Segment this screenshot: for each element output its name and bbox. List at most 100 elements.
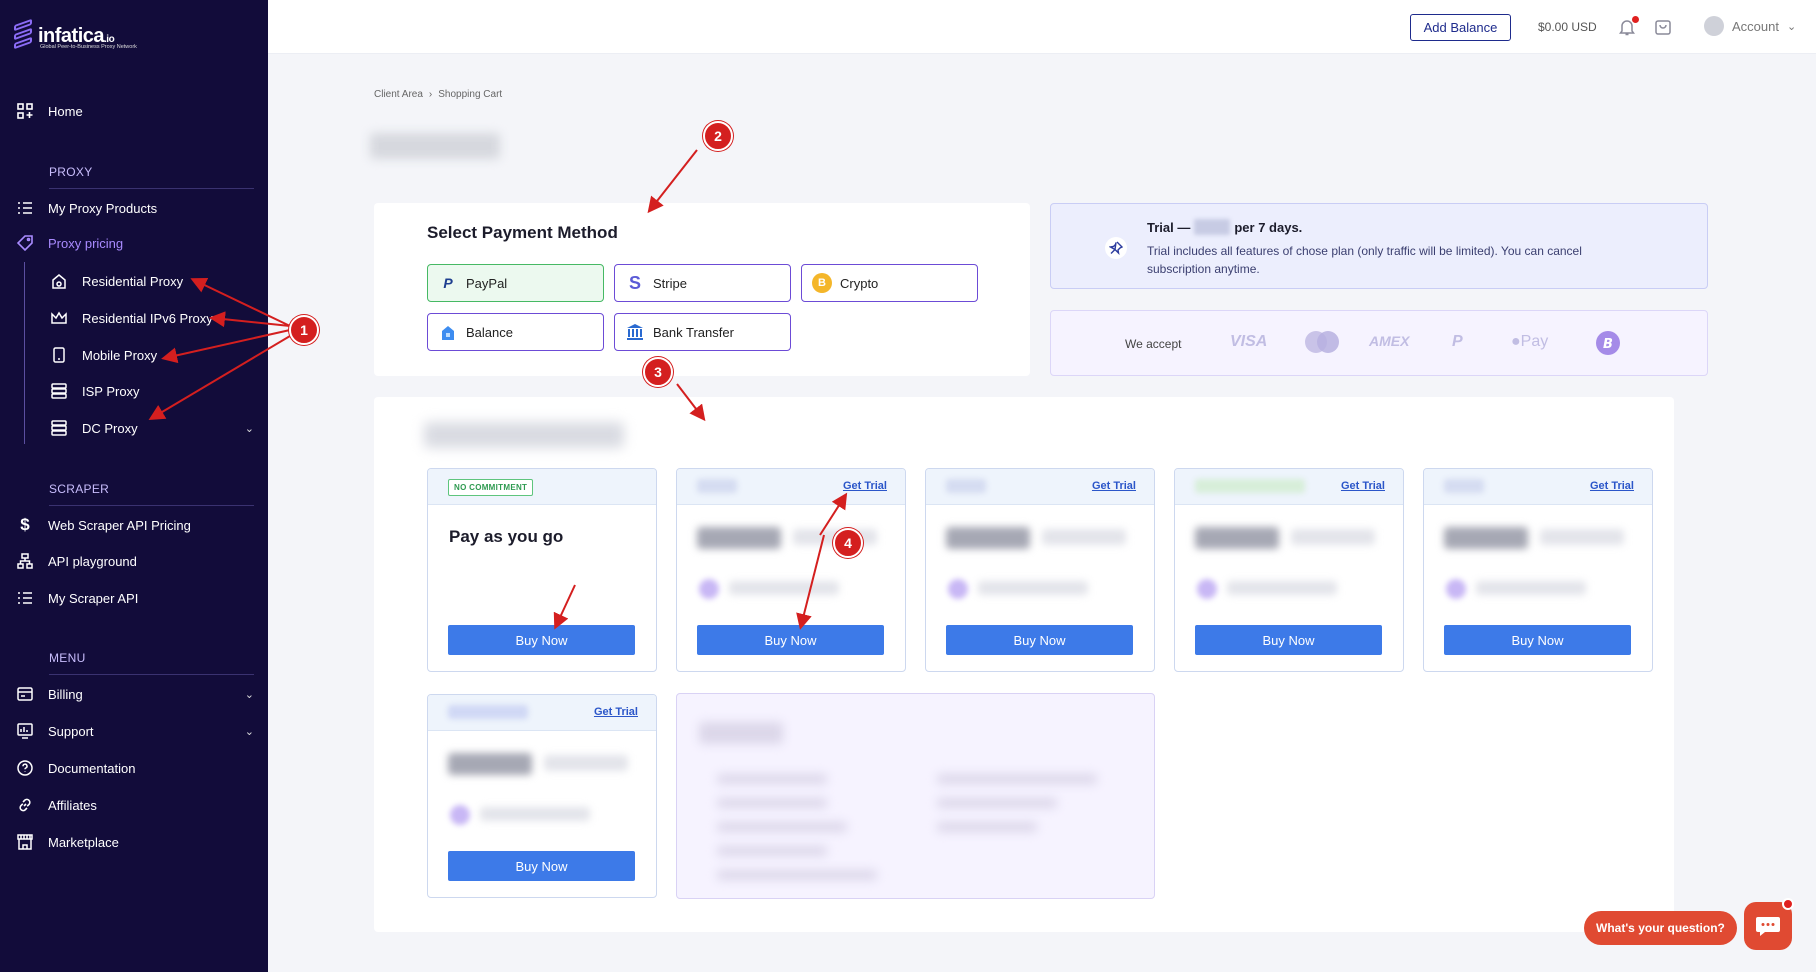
tag-icon: [16, 234, 34, 252]
payment-bank-transfer[interactable]: Bank Transfer: [614, 313, 791, 351]
price-detail-redacted: [1291, 529, 1375, 545]
plan-name: Pay as you go: [449, 527, 564, 546]
get-trial-link[interactable]: Get Trial: [1341, 480, 1385, 492]
account-label: Account: [1732, 18, 1779, 34]
grid-icon: [16, 102, 34, 120]
sidebar: infatica.io Global Peer-to-Business Prox…: [0, 0, 268, 972]
page-title-redacted: [370, 133, 500, 159]
nav-my-proxy-products[interactable]: My Proxy Products: [16, 197, 157, 219]
enterprise-feature-redacted: [717, 870, 877, 880]
plan-title-redacted: [448, 705, 528, 719]
trial-title-prefix: Trial —: [1147, 219, 1191, 235]
plan-title-redacted: [1195, 479, 1305, 493]
plan-title-redacted: [697, 479, 737, 493]
nav-billing[interactable]: Billing ⌄: [16, 683, 254, 705]
price-detail-redacted: [1042, 529, 1126, 545]
price-detail-redacted: [544, 755, 628, 771]
nav-dc-proxy[interactable]: DC Proxy ⌄: [50, 417, 254, 439]
payment-crypto-label: Crypto: [840, 275, 879, 291]
nav-marketplace[interactable]: Marketplace: [16, 831, 119, 853]
visa-logo: VISA: [1230, 333, 1268, 350]
buy-now-button[interactable]: Buy Now: [448, 851, 635, 881]
bank-icon: [625, 322, 645, 342]
feature-text-redacted: [978, 581, 1088, 595]
nav-home-label: Home: [48, 103, 83, 119]
get-trial-link[interactable]: Get Trial: [1092, 480, 1136, 492]
trial-description: Trial includes all features of chose pla…: [1147, 244, 1582, 276]
nav-residential-ipv6-proxy[interactable]: Residential IPv6 Proxy: [50, 307, 213, 329]
enterprise-feature-redacted: [937, 798, 1057, 808]
nav-isp-proxy[interactable]: ISP Proxy: [50, 380, 140, 402]
nav-mobile-proxy[interactable]: Mobile Proxy: [50, 344, 157, 366]
buy-now-button[interactable]: Buy Now: [697, 625, 884, 655]
nav-residential-proxy[interactable]: Residential Proxy: [50, 270, 183, 292]
payment-paypal[interactable]: P PayPal: [427, 264, 604, 302]
get-trial-link[interactable]: Get Trial: [594, 706, 638, 718]
nav-affiliates[interactable]: Affiliates: [16, 794, 97, 816]
section-proxy: PROXY: [49, 165, 93, 179]
feature-text-redacted: [1476, 581, 1586, 595]
nav-support[interactable]: Support ⌄: [16, 720, 254, 742]
plan-card: Get Trial Buy Now: [1174, 468, 1404, 672]
paypal-icon: P: [443, 275, 453, 291]
price-redacted: [1195, 527, 1279, 549]
annotation-badge-4: 4: [833, 528, 863, 558]
payment-balance[interactable]: Balance: [427, 313, 604, 351]
nav-documentation[interactable]: Documentation: [16, 757, 135, 779]
payment-stripe-label: Stripe: [653, 275, 687, 291]
nav-documentation-label: Documentation: [48, 760, 136, 776]
account-menu[interactable]: Account ⌄: [1704, 16, 1796, 36]
nav-home[interactable]: Home: [16, 100, 83, 122]
section-menu: MENU: [49, 651, 86, 665]
price-redacted: [946, 527, 1030, 549]
nav-residential-proxy-label: Residential Proxy: [82, 273, 184, 289]
buy-now-button[interactable]: Buy Now: [448, 625, 635, 655]
nav-api-playground[interactable]: API playground: [16, 550, 137, 572]
annotation-badge-2: 2: [703, 121, 733, 151]
feature-icon-redacted: [450, 805, 470, 825]
price-redacted: [1444, 527, 1528, 549]
nav-my-proxy-products-label: My Proxy Products: [48, 200, 158, 216]
enterprise-feature-redacted: [937, 822, 1037, 832]
feature-text-redacted: [1227, 581, 1337, 595]
plan-card: Get Trial Buy Now: [925, 468, 1155, 672]
payment-method-card: Select Payment Method P PayPal S Stripe …: [374, 203, 1030, 376]
breadcrumb: Client Area › Shopping Cart: [374, 89, 502, 100]
nav-my-scraper-api[interactable]: My Scraper API: [16, 587, 138, 609]
logo-mark-icon: [14, 18, 32, 52]
nav-web-scraper-api-pricing[interactable]: $ Web Scraper API Pricing: [16, 514, 191, 536]
nav-marketplace-label: Marketplace: [48, 834, 119, 850]
nav-billing-label: Billing: [48, 686, 83, 702]
nav-affiliates-label: Affiliates: [48, 797, 97, 813]
list-icon: [16, 199, 34, 217]
payment-stripe[interactable]: S Stripe: [614, 264, 791, 302]
apple-pay-logo: ●Pay: [1511, 333, 1548, 351]
plan-card: Get Trial Buy Now: [676, 468, 906, 672]
breadcrumb-client-area[interactable]: Client Area: [374, 89, 423, 100]
plan-title-redacted: [946, 479, 986, 493]
dollar-icon: $: [20, 515, 30, 534]
get-trial-link[interactable]: Get Trial: [843, 480, 887, 492]
nav-support-label: Support: [48, 723, 94, 739]
buy-now-button[interactable]: Buy Now: [1444, 625, 1631, 655]
buy-now-button[interactable]: Buy Now: [1195, 625, 1382, 655]
paypal-icon: P: [1452, 333, 1463, 350]
nav-proxy-pricing[interactable]: Proxy pricing: [16, 232, 123, 254]
svg-text:B: B: [1603, 337, 1613, 352]
buy-now-button[interactable]: Buy Now: [946, 625, 1133, 655]
cart-icon[interactable]: [1653, 17, 1673, 37]
payment-paypal-label: PayPal: [466, 275, 508, 291]
add-balance-button[interactable]: Add Balance: [1410, 14, 1511, 41]
feature-text-redacted: [480, 807, 590, 821]
enterprise-plan-card-redacted: [676, 693, 1155, 899]
nav-web-scraper-label: Web Scraper API Pricing: [48, 517, 191, 533]
get-trial-link[interactable]: Get Trial: [1590, 480, 1634, 492]
payment-crypto[interactable]: B Crypto: [801, 264, 978, 302]
trial-price-redacted: [1194, 219, 1231, 235]
chat-prompt-bubble[interactable]: What's your question?: [1584, 911, 1737, 945]
apple-icon: ●: [1511, 333, 1521, 350]
pin-icon: [1105, 237, 1127, 259]
plan-header: Get Trial: [1175, 469, 1403, 505]
nav-proxy-pricing-label: Proxy pricing: [48, 235, 124, 251]
chevron-down-icon: ⌄: [244, 422, 254, 435]
